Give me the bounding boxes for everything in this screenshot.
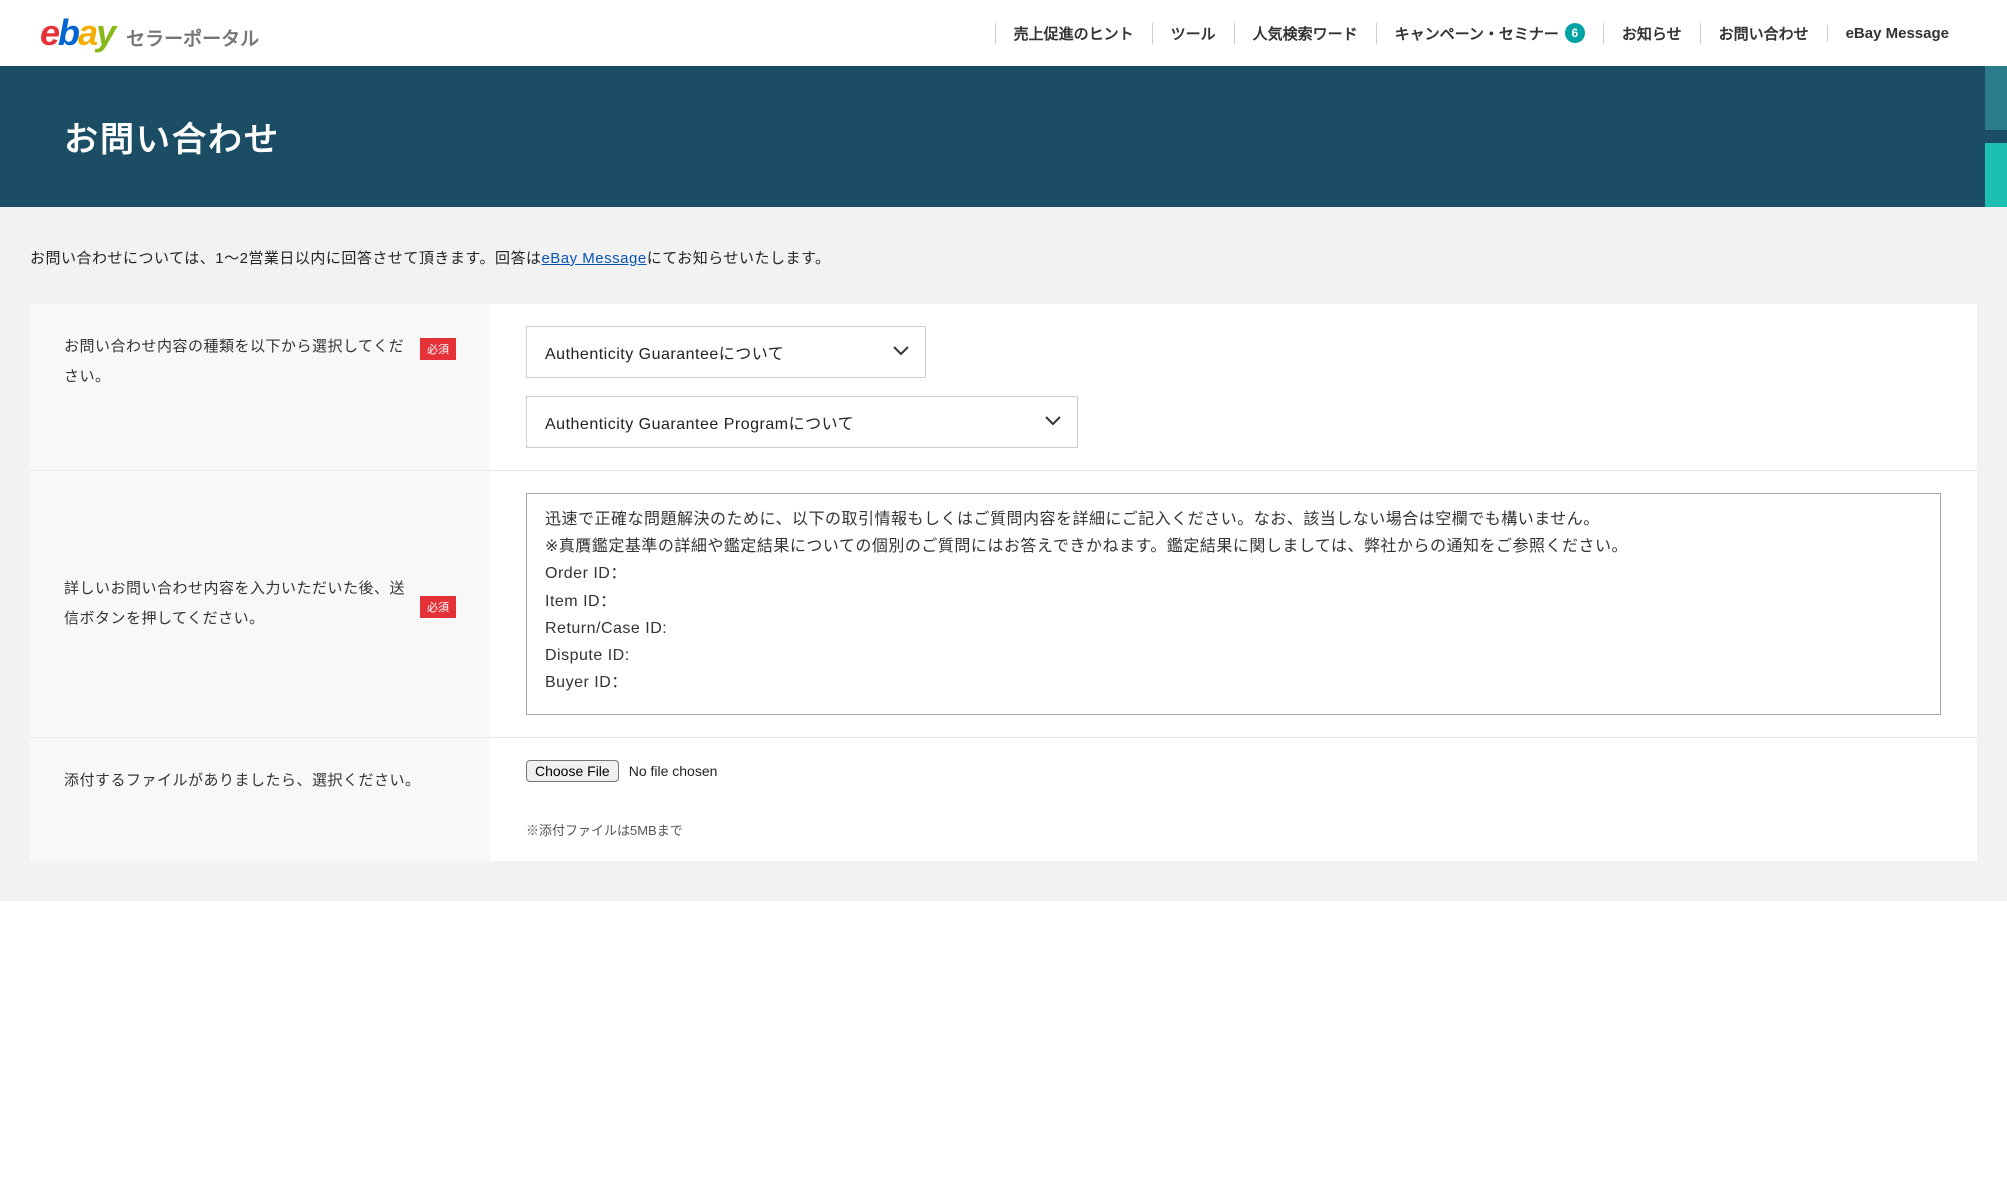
- intro-text: お問い合わせについては、1～2営業日以内に回答させて頂きます。回答はeBay M…: [30, 247, 1977, 268]
- nav-campaign-seminar[interactable]: キャンペーン・セミナー 6: [1376, 23, 1603, 44]
- file-input-row: Choose File No file chosen: [526, 760, 1941, 782]
- form-label-col: 添付するファイルがありましたら、選択ください。: [30, 738, 490, 861]
- nav-label: お問い合わせ: [1719, 23, 1809, 44]
- choose-file-button[interactable]: Choose File: [526, 760, 619, 782]
- textarea-content: 迅速で正確な問題解決のために、以下の取引情報もしくはご質問内容を詳細にご記入くだ…: [545, 506, 1922, 696]
- form-label: 詳しいお問い合わせ内容を入力いただいた後、送信ボタンを押してください。: [64, 574, 406, 634]
- logo[interactable]: ebay セラーポータル: [40, 12, 259, 54]
- nav-tools[interactable]: ツール: [1152, 23, 1234, 44]
- ebay-logo: ebay: [40, 12, 114, 54]
- logo-subtitle: セラーポータル: [126, 24, 259, 51]
- form-input-col: Authenticity Guaranteeについて Authenticity …: [490, 304, 1977, 470]
- page-hero: お問い合わせ: [0, 66, 2007, 207]
- notification-badge: 6: [1565, 23, 1585, 43]
- nav-label: お知らせ: [1622, 23, 1682, 44]
- form-input-col: 迅速で正確な問題解決のために、以下の取引情報もしくはご質問内容を詳細にご記入くだ…: [490, 471, 1977, 737]
- ebay-message-link[interactable]: eBay Message: [541, 250, 646, 267]
- header: ebay セラーポータル 売上促進のヒント ツール 人気検索ワード キャンペーン…: [0, 0, 2007, 66]
- hero-accent: [1985, 143, 2007, 207]
- form-label-col: 詳しいお問い合わせ内容を入力いただいた後、送信ボタンを押してください。 必須: [30, 471, 490, 737]
- nav-label: eBay Message: [1846, 25, 1949, 42]
- nav-popular-keywords[interactable]: 人気検索ワード: [1234, 23, 1376, 44]
- main-nav: 売上促進のヒント ツール 人気検索ワード キャンペーン・セミナー 6 お知らせ …: [995, 23, 1967, 44]
- select-value: Authenticity Guaranteeについて: [545, 340, 784, 364]
- nav-label: キャンペーン・セミナー: [1395, 23, 1559, 44]
- chevron-down-icon: [893, 343, 909, 361]
- nav-ebay-message[interactable]: eBay Message: [1827, 25, 1967, 42]
- nav-news[interactable]: お知らせ: [1603, 23, 1700, 44]
- nav-label: ツール: [1171, 23, 1216, 44]
- nav-label: 人気検索ワード: [1253, 23, 1358, 44]
- intro-after: にてお知らせいたします。: [647, 250, 831, 267]
- page-title: お問い合わせ: [64, 112, 1943, 161]
- inquiry-detail-textarea[interactable]: 迅速で正確な問題解決のために、以下の取引情報もしくはご質問内容を詳細にご記入くだ…: [526, 493, 1941, 715]
- form-row-detail: 詳しいお問い合わせ内容を入力いただいた後、送信ボタンを押してください。 必須 迅…: [30, 470, 1977, 737]
- chevron-down-icon: [1045, 413, 1061, 431]
- form-label-col: お問い合わせ内容の種類を以下から選択してください。 必須: [30, 304, 490, 470]
- page-body: お問い合わせについては、1～2営業日以内に回答させて頂きます。回答はeBay M…: [0, 207, 2007, 901]
- inquiry-subtype-select[interactable]: Authenticity Guarantee Programについて: [526, 396, 1078, 448]
- file-status: No file chosen: [629, 763, 718, 779]
- required-badge: 必須: [420, 338, 456, 360]
- form-input-col: Choose File No file chosen ※添付ファイルは5MBまで: [490, 738, 1977, 861]
- select-value: Authenticity Guarantee Programについて: [545, 410, 854, 434]
- inquiry-type-select[interactable]: Authenticity Guaranteeについて: [526, 326, 926, 378]
- hero-accent: [1985, 66, 2007, 130]
- form-label: お問い合わせ内容の種類を以下から選択してください。: [64, 332, 406, 392]
- form-row-attachment: 添付するファイルがありましたら、選択ください。 Choose File No f…: [30, 737, 1977, 861]
- nav-contact[interactable]: お問い合わせ: [1700, 23, 1827, 44]
- file-note: ※添付ファイルは5MBまで: [526, 820, 1941, 839]
- nav-sales-tips[interactable]: 売上促進のヒント: [995, 23, 1152, 44]
- nav-label: 売上促進のヒント: [1014, 23, 1134, 44]
- form-row-type: お問い合わせ内容の種類を以下から選択してください。 必須 Authenticit…: [30, 304, 1977, 470]
- intro-before: お問い合わせについては、1～2営業日以内に回答させて頂きます。回答は: [30, 250, 541, 267]
- required-badge: 必須: [420, 596, 456, 618]
- form-label: 添付するファイルがありましたら、選択ください。: [64, 766, 421, 796]
